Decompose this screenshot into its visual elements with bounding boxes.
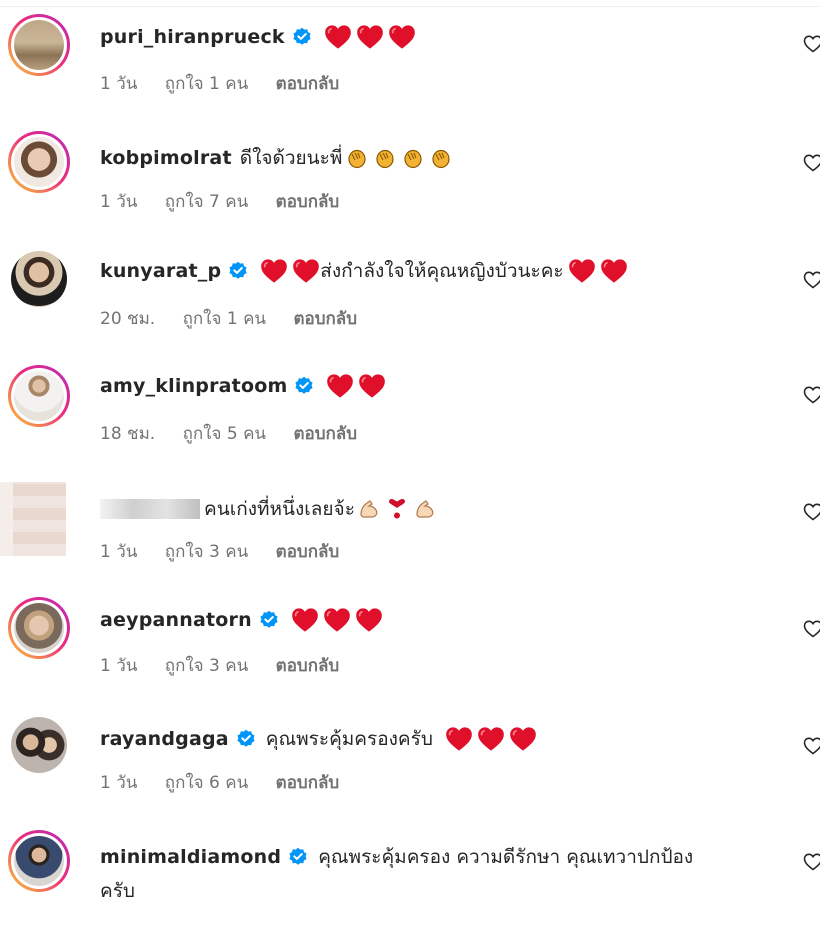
comment-text: คุณพระคุ้มครองครับ [265,728,433,750]
blurred-avatar[interactable] [0,482,66,556]
comment-time: 1 วัน [100,74,138,94]
comment-item: คนเก่งที่หนึ่งเลยจ้ะ 1 วัน ถูกใจ 3 คน ตอ… [0,468,820,584]
clapping-hands-icon [429,147,451,169]
reply-button[interactable]: ตอบกลับ [276,656,340,676]
comment-item: amy_klinpratoom 18 ชม. ถูกใจ 5 คน ตอบกลั… [0,351,820,467]
comment-username[interactable]: puri_hiranprueck [100,26,285,48]
red-heart-icon [323,607,351,633]
emoji-group [357,498,437,520]
avatar[interactable] [8,14,70,76]
red-heart-icon [445,726,473,752]
comment-username[interactable]: kobpimolrat [100,147,232,169]
verified-badge-icon [228,261,248,281]
comment-item: rayandgaga คุณพระคุ้มครองครับ 1 วัน ถูกใ… [0,702,820,818]
comment-item: minimaldiamond คุณพระคุ้มครอง ความดีรักษ… [0,820,820,936]
like-heart-icon[interactable] [803,619,820,639]
red-heart-icon [358,373,386,399]
red-heart-icon [568,258,596,284]
clapping-hands-icon [373,147,395,169]
comment-text: ส่งกำลังใจให้คุณหญิงบัวนะคะ [320,260,564,282]
comment-item: kunyarat_p ส่งกำลังใจให้คุณหญิงบัวนะคะ 2… [0,234,820,350]
flexed-biceps-icon [414,498,436,520]
comment-likes[interactable]: ถูกใจ 1 คน [183,309,266,329]
comment-time: 1 วัน [100,192,138,212]
flexed-biceps-icon [358,498,380,520]
like-heart-icon[interactable] [803,34,820,54]
clapping-emojis [344,147,452,169]
comment-likes[interactable]: ถูกใจ 3 คน [165,656,248,676]
avatar[interactable] [8,597,70,659]
comment-time: 1 วัน [100,656,138,676]
avatar[interactable] [8,131,70,193]
reply-button[interactable]: ตอบกลับ [276,542,340,562]
comment-time: 20 ชม. [100,309,156,329]
verified-badge-icon [294,376,314,396]
comment-username[interactable]: rayandgaga [100,728,229,750]
comment-time: 1 วัน [100,542,138,562]
verified-badge-icon [236,729,256,749]
avatar[interactable] [8,830,70,892]
comment-likes[interactable]: ถูกใจ 3 คน [165,542,248,562]
red-heart-icon [388,24,416,50]
comment-text: คนเก่งที่หนึ่งเลยจ้ะ [204,498,355,520]
red-heart-icon [326,373,354,399]
comment-username[interactable]: kunyarat_p [100,260,221,282]
avatar[interactable] [8,248,70,310]
heart-emojis [326,373,386,399]
comment-likes[interactable]: ถูกใจ 6 คน [165,773,248,793]
avatar[interactable] [8,714,70,776]
red-heart-icon [600,258,628,284]
verified-badge-icon [292,27,312,47]
comment-likes[interactable]: ถูกใจ 1 คน [165,74,248,94]
comment-username[interactable]: aeypannatorn [100,609,252,631]
avatar[interactable] [8,365,70,427]
comment-username[interactable]: amy_klinpratoom [100,375,287,397]
reply-button[interactable]: ตอบกลับ [293,424,357,444]
red-heart-icon [324,24,352,50]
heart-emojis [291,607,383,633]
comment-likes[interactable]: ถูกใจ 5 คน [183,424,266,444]
heart-exclamation-icon [386,498,408,520]
comment-text: คุณพระคุ้มครอง ความดีรักษา คุณเทวาปกป้อง [318,846,694,868]
heart-emojis [324,24,416,50]
heart-emojis [445,726,537,752]
like-heart-icon[interactable] [803,502,820,522]
comment-text-continued: ครับ [100,880,135,902]
heart-emojis [260,258,320,284]
reply-button[interactable]: ตอบกลับ [276,74,340,94]
red-heart-icon [260,258,288,284]
comment-item: kobpimolrat ดีใจด้วยนะพี่ 1 วัน ถูกใจ 7 … [0,117,820,233]
reply-button[interactable]: ตอบกลับ [276,773,340,793]
comment-text: ดีใจด้วยนะพี่ [239,147,343,169]
red-heart-icon [291,607,319,633]
reply-button[interactable]: ตอบกลับ [293,309,357,329]
comment-likes[interactable]: ถูกใจ 7 คน [165,192,248,212]
reply-button[interactable]: ตอบกลับ [276,192,340,212]
red-heart-icon [292,258,320,284]
red-heart-icon [355,607,383,633]
verified-badge-icon [288,847,308,867]
verified-badge-icon [259,610,279,630]
clapping-hands-icon [345,147,367,169]
comment-username[interactable]: minimaldiamond [100,846,281,868]
comment-item: puri_hiranprueck 1 วัน ถูกใจ 1 คน ตอบกลั… [0,0,820,116]
blurred-username [100,499,200,519]
clapping-hands-icon [401,147,423,169]
like-heart-icon[interactable] [803,852,820,872]
red-heart-icon [356,24,384,50]
red-heart-icon [509,726,537,752]
comment-time: 1 วัน [100,773,138,793]
heart-emojis [568,258,628,284]
like-heart-icon[interactable] [803,736,820,756]
red-heart-icon [477,726,505,752]
like-heart-icon[interactable] [803,153,820,173]
like-heart-icon[interactable] [803,385,820,405]
comment-time: 18 ชม. [100,424,156,444]
like-heart-icon[interactable] [803,270,820,290]
comment-item: aeypannatorn 1 วัน ถูกใจ 3 คน ตอบกลับ [0,585,820,701]
